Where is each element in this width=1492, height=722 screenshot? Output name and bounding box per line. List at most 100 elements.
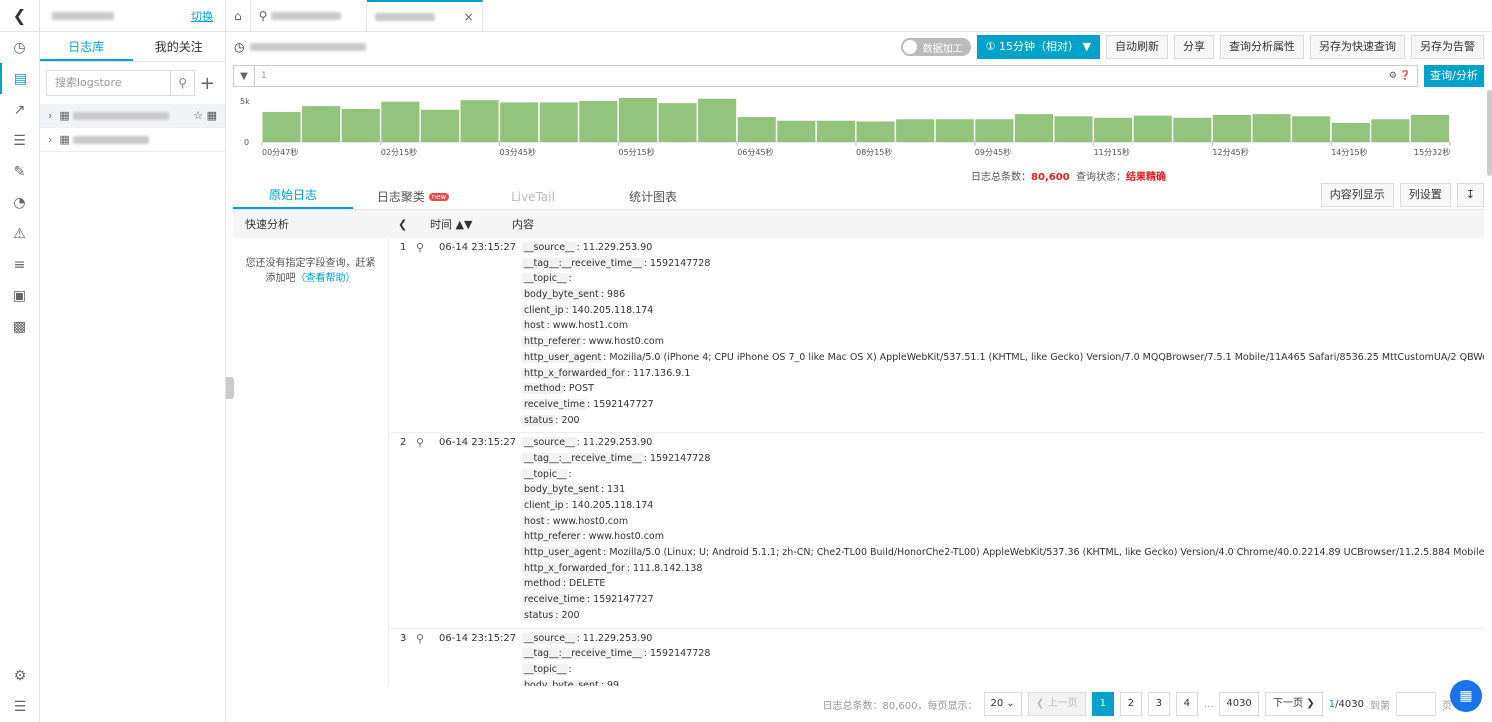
field-key[interactable]: method bbox=[522, 578, 563, 590]
download-icon[interactable]: ↧ bbox=[1456, 183, 1484, 207]
page-3-button[interactable]: 3 bbox=[1147, 692, 1170, 716]
field-value[interactable]: 1592147727 bbox=[593, 399, 653, 410]
page-last-button[interactable]: 4030 bbox=[1219, 692, 1259, 716]
field-value[interactable]: 140.205.118.174 bbox=[572, 305, 654, 316]
field-key[interactable]: __source__ bbox=[522, 437, 577, 449]
context-view-icon[interactable]: ⚲ bbox=[416, 436, 424, 449]
menu-indent-icon[interactable]: ☰ bbox=[0, 691, 40, 722]
auto-refresh-button[interactable]: 自动刷新 bbox=[1106, 35, 1168, 59]
context-view-icon[interactable]: ⚲ bbox=[416, 241, 424, 254]
close-icon[interactable]: × bbox=[464, 10, 474, 24]
field-key[interactable]: __topic__ bbox=[522, 468, 569, 480]
tab-stats-chart[interactable]: 统计图表 bbox=[593, 185, 713, 209]
tab-logstore[interactable]: × bbox=[366, 0, 483, 31]
field-value[interactable]: 1592147728 bbox=[650, 258, 710, 269]
field-key[interactable]: status bbox=[522, 609, 556, 621]
logstore-icon[interactable]: ▤ bbox=[0, 63, 39, 94]
page-4-button[interactable]: 4 bbox=[1175, 692, 1198, 716]
chevron-down-icon[interactable]: ▼ bbox=[233, 65, 255, 87]
page-1-button[interactable]: 1 bbox=[1091, 692, 1114, 716]
tab-livetail[interactable]: LiveTail bbox=[473, 185, 593, 209]
help-icon[interactable]: ❓ bbox=[1400, 71, 1411, 81]
logstore-search-input[interactable]: 搜索logstore bbox=[46, 70, 170, 96]
field-key[interactable]: client_ip bbox=[522, 304, 566, 316]
search-icon[interactable]: ⚲ bbox=[169, 70, 196, 96]
content-column-button[interactable]: 内容列显示 bbox=[1320, 183, 1394, 207]
gear-icon[interactable]: ⚙ bbox=[1389, 71, 1397, 81]
list-icon[interactable]: ≡ bbox=[0, 249, 39, 280]
goto-page-input[interactable] bbox=[1396, 692, 1436, 716]
field-value[interactable]: 11.229.253.90 bbox=[583, 242, 653, 253]
field-value[interactable]: 986 bbox=[607, 289, 625, 300]
field-key[interactable]: http_referer bbox=[522, 336, 583, 348]
query-props-button[interactable]: 查询分析属性 bbox=[1220, 35, 1304, 59]
gear-icon[interactable]: ⚙ bbox=[0, 660, 40, 691]
field-value[interactable]: 1592147728 bbox=[650, 648, 710, 659]
field-key[interactable]: http_x_forwarded_for bbox=[522, 367, 627, 379]
search-analyze-button[interactable]: 查询/分析 bbox=[1424, 65, 1484, 87]
field-key[interactable]: host bbox=[522, 320, 547, 332]
expand-arrow-icon[interactable]: › bbox=[48, 109, 59, 122]
field-key[interactable]: body_byte_sent bbox=[522, 289, 601, 301]
tab-favorites[interactable]: 我的关注 bbox=[133, 32, 226, 61]
field-key[interactable]: __source__ bbox=[522, 242, 577, 253]
field-key[interactable]: http_user_agent bbox=[522, 547, 604, 559]
field-key[interactable]: status bbox=[522, 414, 556, 426]
star-icon[interactable]: ☆ ▦ bbox=[193, 109, 217, 122]
tab-logstores[interactable]: 日志库 bbox=[40, 32, 133, 61]
book-icon[interactable]: ▩ bbox=[0, 311, 39, 342]
field-key[interactable]: __tag__:__receive_time__ bbox=[522, 452, 644, 464]
field-value[interactable]: www.host0.com bbox=[589, 336, 664, 347]
page-2-button[interactable]: 2 bbox=[1119, 692, 1142, 716]
storage-icon[interactable]: ☰ bbox=[0, 125, 39, 156]
field-key[interactable]: client_ip bbox=[522, 500, 566, 511]
field-key[interactable]: http_x_forwarded_for bbox=[522, 562, 627, 574]
field-value[interactable]: 140.205.118.174 bbox=[572, 500, 654, 511]
tab-log-cluster[interactable]: 日志聚类 new bbox=[353, 185, 473, 209]
next-page-button[interactable]: 下一页 ❯ bbox=[1264, 692, 1323, 716]
prev-page-button[interactable]: ❮ 上一页 bbox=[1027, 692, 1086, 716]
field-value[interactable]: 200 bbox=[561, 415, 579, 426]
field-key[interactable]: __topic__ bbox=[522, 663, 569, 675]
save-quick-query-button[interactable]: 另存为快速查询 bbox=[1310, 35, 1405, 59]
field-key[interactable]: http_referer bbox=[522, 531, 583, 543]
save-alert-button[interactable]: 另存为告警 bbox=[1411, 35, 1484, 59]
switch-project-link[interactable]: 切换 bbox=[191, 8, 213, 24]
field-key[interactable]: __tag__:__receive_time__ bbox=[522, 648, 644, 660]
time-column-header[interactable]: 时间 ▲▼ bbox=[430, 216, 512, 232]
field-value[interactable]: Mozilla/5.0 (iPhone 4; CPU iPhone OS 7_0… bbox=[609, 352, 1484, 363]
app-grid-icon[interactable]: ▦ bbox=[1450, 680, 1482, 712]
dashboard-icon[interactable]: ▣ bbox=[0, 280, 39, 311]
home-icon[interactable]: ⌂ bbox=[226, 0, 251, 31]
field-key[interactable]: body_byte_sent bbox=[522, 484, 601, 496]
collapse-left-icon[interactable]: ❮ bbox=[390, 218, 430, 231]
field-value[interactable]: 11.229.253.90 bbox=[583, 633, 653, 644]
field-value[interactable]: 117.136.9.1 bbox=[633, 368, 690, 379]
expand-arrow-icon[interactable]: › bbox=[48, 133, 59, 146]
share-button[interactable]: 分享 bbox=[1174, 35, 1214, 59]
field-value[interactable]: 11.229.253.90 bbox=[583, 437, 653, 448]
data-processing-toggle[interactable]: 数据加工 bbox=[900, 38, 971, 56]
field-value[interactable]: 200 bbox=[561, 610, 579, 621]
field-key[interactable]: __source__ bbox=[522, 632, 577, 644]
field-value[interactable]: 131 bbox=[607, 484, 625, 495]
field-value[interactable]: 111.8.142.138 bbox=[633, 563, 703, 574]
field-value[interactable]: 1592147727 bbox=[593, 594, 653, 605]
tab-query[interactable]: ⚲ bbox=[251, 0, 367, 31]
alert-icon[interactable]: ⚠ bbox=[0, 218, 39, 249]
page-scrollbar[interactable] bbox=[1487, 90, 1492, 176]
field-key[interactable]: __tag__:__receive_time__ bbox=[522, 257, 644, 269]
help-link[interactable]: （查看帮助） bbox=[296, 273, 356, 284]
field-key[interactable]: receive_time bbox=[522, 594, 587, 606]
back-icon[interactable]: ❮ bbox=[0, 0, 39, 32]
field-key[interactable]: host bbox=[522, 515, 547, 527]
edit-icon[interactable]: ✎ bbox=[0, 156, 39, 187]
field-value[interactable]: Mozilla/5.0 (Linux; U; Android 5.1.1; zh… bbox=[609, 547, 1484, 558]
logstore-item[interactable]: › ▦ bbox=[40, 128, 225, 152]
column-settings-button[interactable]: 列设置 bbox=[1399, 183, 1451, 207]
field-key[interactable]: method bbox=[522, 383, 563, 395]
field-value[interactable]: www.host0.com bbox=[589, 531, 664, 542]
field-value[interactable]: DELETE bbox=[569, 578, 605, 589]
tab-raw-logs[interactable]: 原始日志 bbox=[233, 183, 353, 209]
field-key[interactable]: receive_time bbox=[522, 398, 587, 410]
